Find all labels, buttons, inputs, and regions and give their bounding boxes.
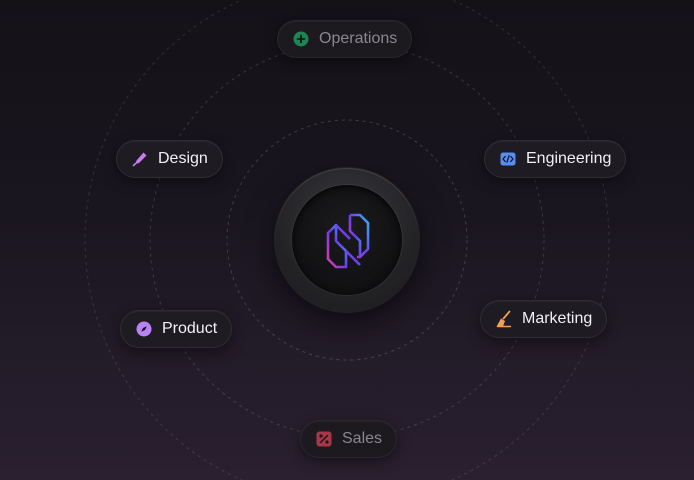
pen-icon <box>131 150 149 168</box>
team-label: Marketing <box>522 310 593 327</box>
team-label: Operations <box>319 30 398 47</box>
team-label: Engineering <box>526 150 612 167</box>
team-label: Sales <box>342 430 383 447</box>
team-label: Design <box>158 150 208 167</box>
team-pill-product[interactable]: Product <box>120 310 233 348</box>
team-pill-design[interactable]: Design <box>116 140 223 178</box>
plus-circle-icon <box>292 30 310 48</box>
code-icon <box>499 150 517 168</box>
broom-icon <box>495 310 513 328</box>
percent-icon <box>315 430 333 448</box>
team-pill-marketing[interactable]: Marketing <box>480 300 608 338</box>
team-pill-engineering[interactable]: Engineering <box>484 140 627 178</box>
team-orbit-diagram: Operations Design Engineering Product Ma… <box>0 0 694 480</box>
hexagon-n-logo-icon <box>326 213 370 269</box>
team-label: Product <box>162 320 218 337</box>
team-pill-sales[interactable]: Sales <box>300 420 398 458</box>
team-pill-operations[interactable]: Operations <box>277 20 413 58</box>
compass-icon <box>135 320 153 338</box>
